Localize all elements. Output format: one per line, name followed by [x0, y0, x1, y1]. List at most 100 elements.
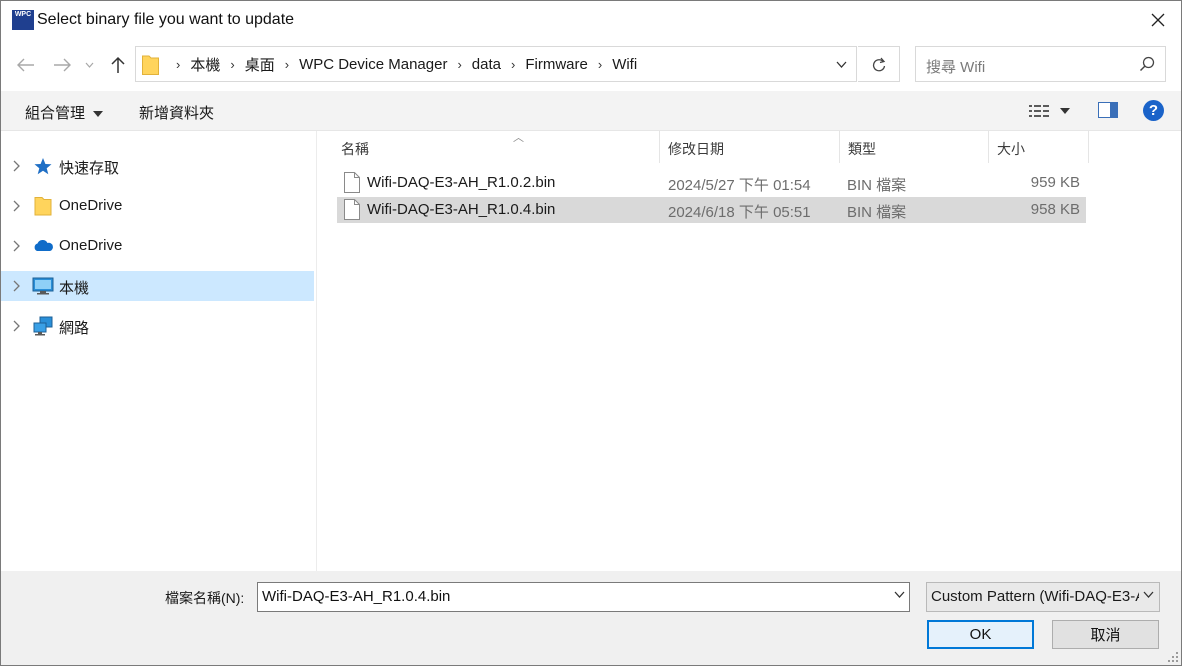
sort-ascending-icon: ︿: [513, 132, 524, 144]
breadcrumb-item[interactable]: 本機: [190, 54, 220, 75]
help-icon: ?: [1148, 102, 1159, 119]
chevron-down-icon[interactable]: [894, 591, 905, 599]
title-bar[interactable]: WPC Select binary file you want to updat…: [1, 1, 1181, 39]
forward-arrow-icon: [54, 58, 71, 72]
breadcrumb-item[interactable]: WPC Device Manager: [299, 56, 447, 73]
nav-item-network[interactable]: 網路: [1, 311, 314, 341]
column-divider[interactable]: [1088, 131, 1089, 163]
file-type-filter-select[interactable]: Custom Pattern (Wifi-DAQ-E3-AH_R*.bin): [926, 582, 1160, 612]
change-view-button[interactable]: [1028, 101, 1076, 121]
back-arrow-icon: [17, 58, 34, 72]
cancel-button[interactable]: 取消: [1052, 620, 1159, 649]
column-header-label: 名稱: [341, 141, 369, 157]
back-button[interactable]: [13, 53, 39, 77]
file-name: Wifi-DAQ-E3-AH_R1.0.4.bin: [367, 201, 556, 218]
organize-label: 組合管理: [25, 105, 86, 122]
search-icon[interactable]: [1139, 56, 1155, 72]
breadcrumb-item[interactable]: data: [472, 56, 501, 73]
breadcrumb: › 本機 › 桌面 › WPC Device Manager › data › …: [166, 47, 637, 81]
organize-button[interactable]: 組合管理: [25, 102, 104, 123]
file-modified: 2024/6/18 下午 05:51: [668, 204, 811, 221]
file-type: BIN 檔案: [847, 177, 907, 194]
chevron-right-icon[interactable]: [11, 160, 21, 172]
column-divider[interactable]: [839, 131, 840, 163]
column-header-modified[interactable]: 修改日期: [668, 131, 838, 163]
refresh-button[interactable]: [858, 46, 900, 82]
nav-item-quick-access[interactable]: 快速存取: [1, 151, 314, 181]
file-row[interactable]: Wifi-DAQ-E3-AH_R1.0.4.bin 2024/6/18 下午 0…: [337, 197, 1086, 223]
file-icon: [344, 172, 360, 193]
chevron-right-icon[interactable]: [11, 280, 21, 292]
search-placeholder: 搜尋 Wifi: [926, 59, 986, 76]
recent-locations-button[interactable]: [81, 53, 97, 77]
forward-button[interactable]: [49, 53, 75, 77]
navigation-row: › 本機 › 桌面 › WPC Device Manager › data › …: [1, 39, 1181, 91]
cloud-icon: [34, 240, 53, 251]
chevron-right-icon[interactable]: [11, 320, 21, 332]
resize-grip-icon[interactable]: [1168, 652, 1178, 662]
folder-icon: [34, 197, 52, 216]
search-box[interactable]: 搜尋 Wifi: [915, 46, 1166, 82]
close-button[interactable]: [1135, 1, 1181, 39]
breadcrumb-item[interactable]: Wifi: [612, 56, 637, 73]
column-header-size[interactable]: 大小: [997, 131, 1087, 163]
breadcrumb-separator-icon[interactable]: ›: [230, 57, 234, 72]
nav-item-onedrive-folder[interactable]: OneDrive: [1, 191, 314, 221]
breadcrumb-separator-icon[interactable]: ›: [598, 57, 602, 72]
breadcrumb-separator-icon: ›: [176, 56, 181, 72]
up-arrow-icon: [111, 56, 125, 73]
file-type: BIN 檔案: [847, 204, 907, 221]
caret-down-icon: [1060, 108, 1070, 114]
address-bar[interactable]: › 本機 › 桌面 › WPC Device Manager › data › …: [135, 46, 857, 82]
help-button[interactable]: ?: [1143, 100, 1164, 121]
nav-item-label: 快速存取: [59, 160, 120, 177]
refresh-icon: [872, 57, 885, 71]
nav-item-label: OneDrive: [59, 237, 123, 254]
file-dialog-window: WPC Select binary file you want to updat…: [0, 0, 1182, 666]
file-size: 958 KB: [1030, 201, 1080, 218]
up-button[interactable]: [105, 53, 131, 77]
breadcrumb-item[interactable]: 桌面: [245, 54, 275, 75]
filename-input[interactable]: Wifi-DAQ-E3-AH_R1.0.4.bin: [262, 588, 450, 605]
command-bar: 組合管理 新增資料夾 ?: [1, 91, 1181, 131]
column-header-name[interactable]: ︿ 名稱: [341, 131, 659, 163]
details-view-icon: [1029, 105, 1049, 117]
computer-icon: [32, 277, 54, 295]
nav-item-onedrive-cloud[interactable]: OneDrive: [1, 231, 314, 261]
chevron-right-icon[interactable]: [11, 240, 21, 252]
folder-icon: [142, 55, 159, 75]
breadcrumb-separator-icon[interactable]: ›: [285, 57, 289, 72]
breadcrumb-item[interactable]: Firmware: [525, 56, 588, 73]
file-type-filter-value: Custom Pattern (Wifi-DAQ-E3-AH_R*.bin): [931, 588, 1139, 605]
column-header-label: 類型: [848, 141, 876, 157]
column-header-type[interactable]: 類型: [848, 131, 988, 163]
breadcrumb-separator-icon[interactable]: ›: [457, 57, 461, 72]
window-title: Select binary file you want to update: [37, 11, 295, 28]
network-icon: [33, 316, 53, 336]
nav-item-label: OneDrive: [59, 197, 123, 214]
file-size: 959 KB: [1030, 174, 1080, 191]
column-header-label: 大小: [997, 141, 1025, 157]
column-divider[interactable]: [659, 131, 660, 163]
file-modified: 2024/5/27 下午 01:54: [668, 177, 811, 194]
ok-button[interactable]: OK: [927, 620, 1034, 649]
address-history-dropdown[interactable]: [826, 47, 856, 81]
nav-item-label: 本機: [59, 280, 90, 297]
chevron-right-icon[interactable]: [11, 200, 21, 212]
navigation-pane: 快速存取 OneDrive OneDrive 本機 網路: [1, 131, 317, 571]
filename-combobox[interactable]: Wifi-DAQ-E3-AH_R1.0.4.bin: [257, 582, 910, 612]
breadcrumb-separator-icon[interactable]: ›: [511, 57, 515, 72]
file-icon: [344, 199, 360, 220]
app-logo-icon: WPC: [12, 10, 34, 30]
new-folder-button[interactable]: 新增資料夾: [139, 102, 214, 123]
chevron-down-icon: [1143, 591, 1154, 598]
column-header-label: 修改日期: [668, 141, 724, 157]
column-divider[interactable]: [988, 131, 989, 163]
caret-down-icon: [93, 111, 104, 118]
dialog-footer: 檔案名稱(N): Wifi-DAQ-E3-AH_R1.0.4.bin Custo…: [1, 571, 1181, 665]
app-logo-text: WPC: [14, 11, 32, 18]
file-list: ︿ 名稱 修改日期 類型 大小 Wifi-DAQ-E3-AH_R1.0.2.bi…: [318, 131, 1181, 571]
file-row[interactable]: Wifi-DAQ-E3-AH_R1.0.2.bin 2024/5/27 下午 0…: [337, 170, 1086, 196]
nav-item-this-pc[interactable]: 本機: [1, 271, 314, 301]
preview-pane-button[interactable]: [1098, 102, 1118, 122]
